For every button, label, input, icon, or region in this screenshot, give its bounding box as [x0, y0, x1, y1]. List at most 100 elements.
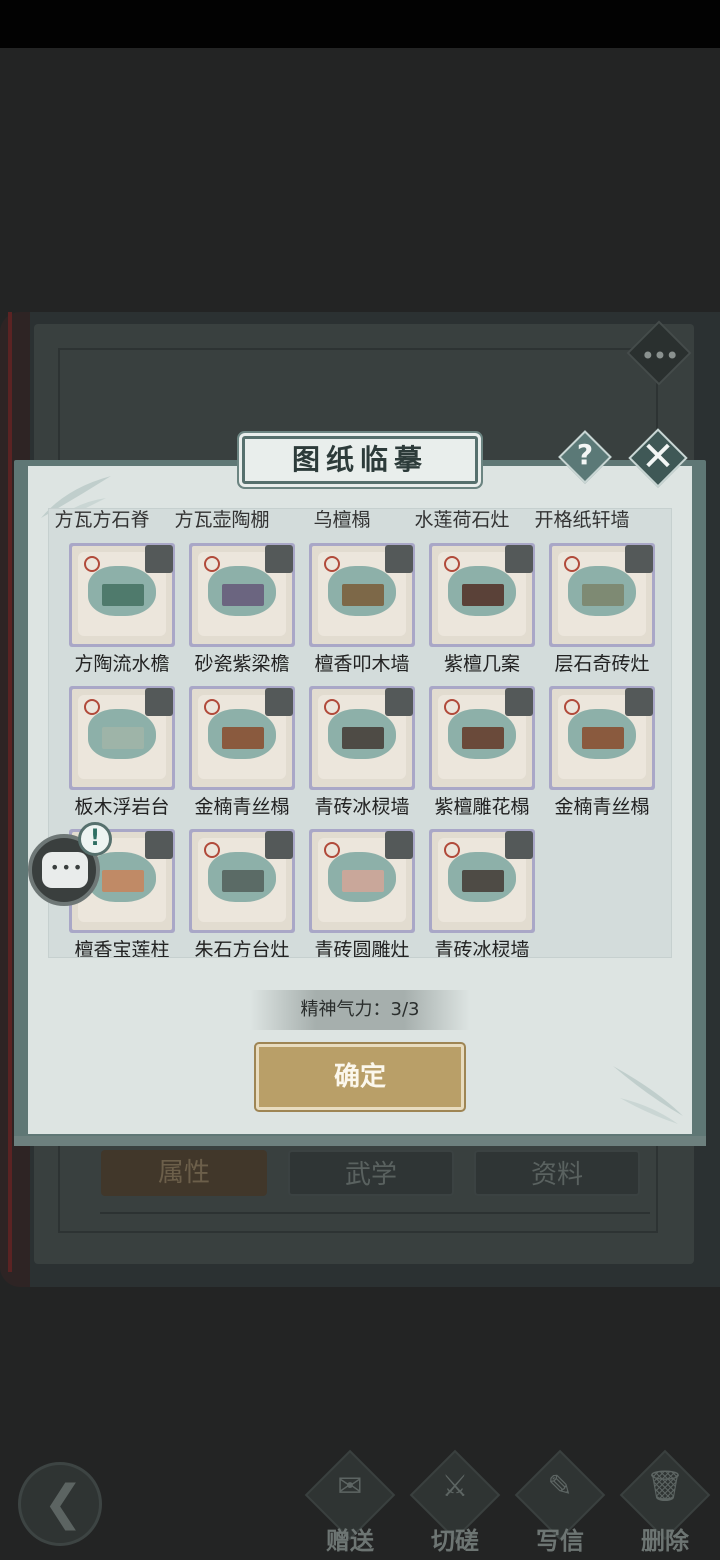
blueprint-item[interactable] [189, 543, 295, 647]
seal-stamp-icon [444, 842, 460, 858]
seal-stamp-icon [84, 556, 100, 572]
confirm-button[interactable]: 确定 [256, 1044, 464, 1110]
furniture-thumbnail [222, 870, 264, 892]
furniture-thumbnail [102, 870, 144, 892]
select-checkbox[interactable] [265, 831, 293, 859]
blueprint-item-label: 朱石方台灶 [194, 939, 290, 958]
select-checkbox[interactable] [385, 545, 413, 573]
letter-glyph: ✎ [547, 1469, 573, 1504]
blueprint-item[interactable] [309, 543, 415, 647]
blueprint-item-label: 紫檀几案 [443, 653, 520, 675]
partial-label: 方瓦壶陶棚 [174, 509, 270, 531]
question-icon: ? [576, 438, 594, 471]
select-checkbox[interactable] [385, 688, 413, 716]
select-checkbox[interactable] [265, 545, 293, 573]
furniture-thumbnail [342, 870, 384, 892]
seal-stamp-icon [324, 556, 340, 572]
furniture-thumbnail [342, 727, 384, 749]
close-button[interactable]: ✕ [628, 428, 688, 488]
seal-stamp-icon [324, 842, 340, 858]
dialog-bottom-rail [14, 1136, 706, 1146]
delete-label: 删除 [641, 1527, 689, 1555]
seal-stamp-icon [444, 699, 460, 715]
write-letter-label: 写信 [536, 1527, 584, 1555]
bamboo-leaf-icon [613, 1066, 683, 1124]
blueprint-item[interactable] [189, 686, 295, 790]
book-ribbon [8, 312, 12, 1272]
blueprint-item[interactable] [69, 686, 175, 790]
blueprint-item-label: 方陶流水檐 [74, 653, 170, 675]
more-menu-icon: ••• [640, 342, 679, 370]
select-checkbox[interactable] [505, 688, 533, 716]
blueprint-item[interactable] [189, 829, 295, 933]
furniture-thumbnail [582, 584, 624, 606]
seal-stamp-icon [204, 699, 220, 715]
furniture-thumbnail [582, 727, 624, 749]
blueprint-item-label: 层石奇砖灶 [554, 653, 650, 675]
select-checkbox[interactable] [505, 545, 533, 573]
trash-glyph: 🗑 [645, 1469, 685, 1504]
blueprint-item-label: 檀香叩木墙 [314, 653, 410, 675]
tab-attributes[interactable]: 属性 [101, 1150, 267, 1196]
blueprint-item[interactable] [429, 686, 535, 790]
blueprint-item[interactable] [429, 543, 535, 647]
furniture-thumbnail [102, 584, 144, 606]
blueprint-item-label: 檀香宝莲柱 [74, 939, 170, 958]
dialog-title-plate: 图纸临摹 [242, 436, 478, 484]
tab-martial-arts[interactable]: 武学 [288, 1150, 454, 1196]
blueprint-grid[interactable]: 方瓦方石脊 方瓦壶陶棚 乌檀榻 水莲荷石灶 开格纸轩墙 方陶流水檐 砂瓷紫梁檐 檀香… [48, 508, 672, 958]
furniture-thumbnail [222, 584, 264, 606]
stamina-display: 精神气力：3/3 [250, 990, 470, 1030]
select-checkbox[interactable] [145, 545, 173, 573]
furniture-thumbnail [462, 584, 504, 606]
blueprint-item[interactable] [549, 543, 655, 647]
blueprint-item-label: 青砖冰棂墙 [314, 796, 410, 818]
seal-stamp-icon [204, 842, 220, 858]
furniture-thumbnail [462, 870, 504, 892]
back-arrow-icon: ❮ [43, 1475, 84, 1531]
blueprint-item[interactable] [549, 686, 655, 790]
blueprint-item-label: 金楠青丝榻 [554, 796, 650, 818]
seal-stamp-icon [84, 699, 100, 715]
chat-dots: ••• [50, 858, 85, 877]
blueprint-copy-dialog: 图纸临摹 ? ✕ 方瓦方石脊 方瓦壶陶棚 乌檀榻 水莲荷石灶 开格纸轩墙 方陶流… [14, 428, 706, 1146]
furniture-thumbnail [222, 727, 264, 749]
close-icon: ✕ [641, 434, 675, 480]
seal-stamp-icon [324, 699, 340, 715]
blueprint-item-label: 青砖圆雕灶 [314, 939, 410, 958]
select-checkbox[interactable] [145, 688, 173, 716]
dialog-title: 图纸临摹 [291, 443, 428, 476]
blueprint-item-label: 板木浮岩台 [74, 796, 170, 818]
partial-label: 水莲荷石灶 [414, 509, 510, 531]
spar-label: 切磋 [431, 1527, 479, 1555]
back-button[interactable]: ❮ [18, 1462, 102, 1546]
blueprint-item[interactable] [429, 829, 535, 933]
gift-button[interactable]: ✉ 赠送 [302, 1449, 398, 1555]
select-checkbox[interactable] [265, 688, 293, 716]
select-checkbox[interactable] [625, 545, 653, 573]
seal-stamp-icon [204, 556, 220, 572]
spar-button[interactable]: ⚔ 切磋 [407, 1449, 503, 1555]
help-button[interactable]: ? [558, 430, 612, 484]
blueprint-item[interactable] [309, 829, 415, 933]
select-checkbox[interactable] [145, 831, 173, 859]
select-checkbox[interactable] [625, 688, 653, 716]
gift-label: 赠送 [326, 1527, 374, 1555]
furniture-thumbnail [462, 727, 504, 749]
tab-info[interactable]: 资料 [474, 1150, 640, 1196]
select-checkbox[interactable] [505, 831, 533, 859]
partial-label: 方瓦方石脊 [54, 509, 150, 531]
partial-row: 方瓦方石脊 方瓦壶陶棚 乌檀榻 水莲荷石灶 开格纸轩墙 [49, 509, 671, 537]
partial-label: 开格纸轩墙 [534, 509, 630, 531]
write-letter-button[interactable]: ✎ 写信 [512, 1449, 608, 1555]
blueprint-item[interactable] [69, 543, 175, 647]
blueprint-item[interactable] [309, 686, 415, 790]
partial-label: 乌檀榻 [313, 509, 371, 531]
seal-stamp-icon [444, 556, 460, 572]
blueprint-item-label: 金楠青丝榻 [194, 796, 290, 818]
swords-glyph: ⚔ [441, 1469, 469, 1504]
notification-badge: ! [78, 822, 112, 856]
delete-button[interactable]: 🗑 删除 [617, 1449, 713, 1555]
select-checkbox[interactable] [385, 831, 413, 859]
status-bar [0, 0, 720, 48]
